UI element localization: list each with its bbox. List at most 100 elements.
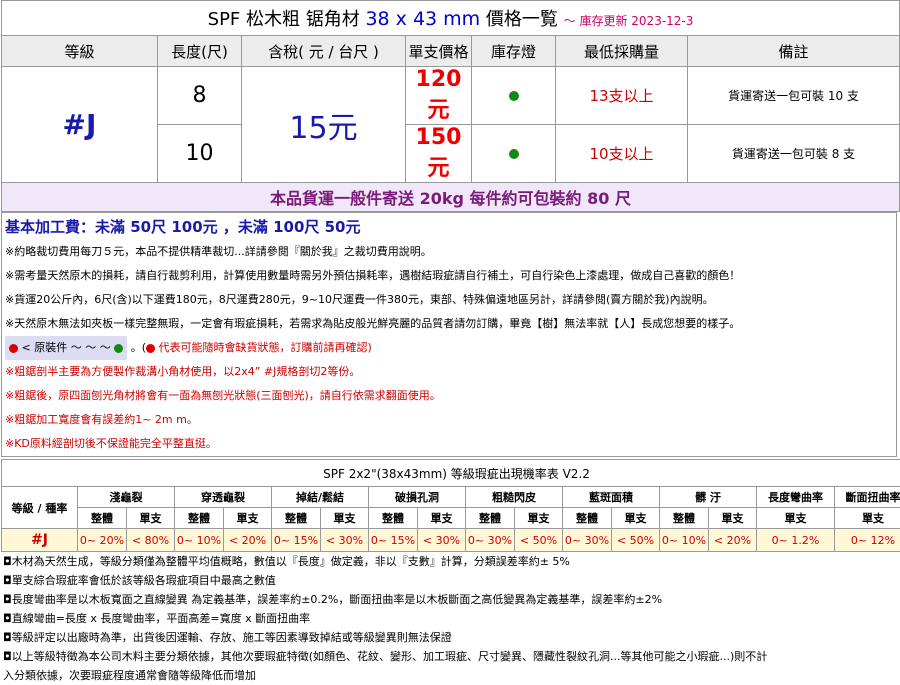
remark-cell: 貨運寄送一包可裝 10 支: [688, 67, 900, 125]
sub-header: 單支: [612, 508, 660, 529]
legend-label: < 原裝件 ～ ～ ～: [22, 341, 111, 354]
col-remarks: 備註: [688, 36, 900, 67]
sub-header: 整體: [369, 508, 418, 529]
footnote: ◘以上等級特徵為本公司木料主要分類依據，其他次要瑕疵特徵(如顏色、花紋、變形、加…: [1, 647, 899, 666]
stock-dot-icon: [509, 149, 519, 159]
single-price-cell: 120元: [406, 67, 472, 125]
info-line: ※粗鋸剖半主要為方便製作裁溝小角材使用，以2x4” #J規格剖切2等份。: [5, 360, 893, 384]
title-dims: 38 x 43 mm: [365, 8, 480, 30]
sub-header: 單支: [321, 508, 369, 529]
group-header: 髒 汙: [660, 487, 757, 508]
rate-cell: 0~ 10%: [175, 529, 224, 552]
footnote: 入分類依據，次要瑕疵程度通常會隨等級降低而增加: [1, 666, 899, 685]
group-header: 長度彎曲率: [757, 487, 835, 508]
rate-cell: 0~ 20%: [78, 529, 127, 552]
legend-box: < 原裝件 ～ ～ ～: [5, 336, 127, 360]
column-header-row: 等級 長度(尺) 含稅( 元 / 台尺 ) 單支價格 庫存燈 最低採購量 備註: [2, 36, 900, 67]
sub-header: 單支: [757, 508, 835, 529]
rate-cell: 0~ 30%: [466, 529, 515, 552]
col-grade: 等級: [2, 36, 158, 67]
footnote: ◘木材為天然生成，等級分類僅為整體平均值概略，數值以『長度』做定義，非以『支數』…: [1, 552, 899, 571]
rate-cell: 0~ 30%: [563, 529, 612, 552]
rate-cell: 0~ 10%: [660, 529, 709, 552]
sub-header: 單支: [224, 508, 272, 529]
defect-grade-cell: #J: [2, 529, 78, 552]
sub-header: 單支: [418, 508, 466, 529]
processing-fee: 基本加工費：未滿 50尺 100元 ，未滿 100尺 50元: [5, 216, 893, 237]
info-line: ※粗鋸加工寬度會有誤差約1~ 2m m。: [5, 408, 893, 432]
rate-cell: < 30%: [321, 529, 369, 552]
group-header: 淺龜裂: [78, 487, 175, 508]
defect-rate-table: SPF 2x2"(38x43mm) 等級瑕疵出現機率表 V2.2 等級 / 種率…: [1, 459, 900, 552]
footnote: ◘長度彎曲率是以木板寬面之直線變異 為定義基準，誤差率約±0.2%，斷面扭曲率是…: [1, 590, 899, 609]
col-single-price: 單支價格: [406, 36, 472, 67]
col-min-purchase: 最低採購量: [556, 36, 688, 67]
processing-info: 基本加工費：未滿 50尺 100元 ，未滿 100尺 50元 ※約略裁切費用每刀…: [1, 212, 897, 457]
red-dot-icon: [146, 344, 155, 353]
price-table: SPF 松木粗 锯角材 38 x 43 mm 價格一覧 ～ 庫存更新 2023-…: [1, 0, 900, 212]
defect-group-header: 等級 / 種率 淺龜裂 穿透龜裂 掉結/鬆結 破損孔洞 粗糙閃皮 藍斑面積 髒 …: [2, 487, 900, 508]
footnotes: ◘木材為天然生成，等級分類僅為整體平均值概略，數值以『長度』做定義，非以『支數』…: [1, 552, 899, 685]
group-header: 穿透龜裂: [175, 487, 272, 508]
table-row: #J 0~ 20% < 80% 0~ 10% < 20% 0~ 15% < 30…: [2, 529, 900, 552]
footnote: ◘等級評定以出廠時為準，出貨後因運輸、存放、施工等因素導致掉結或等級變異則無法保…: [1, 628, 899, 647]
rate-cell: 0~ 12%: [835, 529, 900, 552]
page-title: SPF 松木粗 锯角材 38 x 43 mm 價格一覧 ～ 庫存更新 2023-…: [2, 1, 900, 36]
sub-header: 整體: [272, 508, 321, 529]
footnote: ◘單支綜合瑕疵率會低於該等級各瑕疵項目中最高之數值: [1, 571, 899, 590]
sub-header: 單支: [835, 508, 900, 529]
group-header: 破損孔洞: [369, 487, 466, 508]
rate-cell: < 20%: [709, 529, 757, 552]
info-line: ※需考量天然原木的損耗，請自行裁剪利用，計算使用數量時需另外預估損耗率，遇樹結瑕…: [5, 264, 893, 288]
info-line: ※貨運20公斤內，6尺(含)以下運費180元，8尺運費280元，9~10尺運費一…: [5, 288, 893, 312]
info-line: ※KD原料經剖切後不保證能完全平整直挺。: [5, 432, 893, 456]
rate-cell: 0~ 15%: [369, 529, 418, 552]
col-length: 長度(尺): [158, 36, 242, 67]
sub-header: 整體: [175, 508, 224, 529]
stock-light-cell: [472, 67, 556, 125]
sub-header: 整體: [78, 508, 127, 529]
footnote: ◘直線彎曲=長度 x 長度彎曲率，平面高差=寬度 x 斷面扭曲率: [1, 609, 899, 628]
green-dot-icon: [114, 344, 123, 353]
sub-header: 單支: [709, 508, 757, 529]
min-purchase-cell: 13支以上: [556, 67, 688, 125]
rate-cell: < 80%: [127, 529, 175, 552]
length-cell: 8: [158, 67, 242, 125]
title-main: SPF 松木粗 锯角材: [208, 9, 360, 30]
info-line: ※約略裁切費用每刀５元，本品不提供精準裁切...詳請參閱『關於我』之裁切費用說明…: [5, 240, 893, 264]
col-tax-price: 含稅( 元 / 台尺 ): [242, 36, 406, 67]
info-line: ※天然原木無法如夾板一樣完整無瑕，一定會有瑕疵損耗，若需求為貼皮般光鮮亮麗的品質…: [5, 312, 893, 336]
table-row: #J 8 15元 120元 13支以上 貨運寄送一包可裝 10 支: [2, 67, 900, 125]
row-header: 等級 / 種率: [2, 487, 78, 529]
sub-header: 整體: [466, 508, 515, 529]
rate-cell: < 30%: [418, 529, 466, 552]
defect-table-title: SPF 2x2"(38x43mm) 等級瑕疵出現機率表 V2.2: [2, 460, 900, 487]
group-header: 藍斑面積: [563, 487, 660, 508]
sub-header: 整體: [660, 508, 709, 529]
remark-cell: 貨運寄送一包可裝 8 支: [688, 125, 900, 183]
stock-legend: < 原裝件 ～ ～ ～ 。( 代表可能隨時會缺貨狀態，訂購前請再確認): [5, 336, 893, 360]
rate-cell: < 20%: [224, 529, 272, 552]
group-header: 粗糙閃皮: [466, 487, 563, 508]
grade-cell: #J: [2, 67, 158, 183]
rate-cell: < 50%: [515, 529, 563, 552]
title-suffix: 價格一覧: [486, 9, 558, 30]
group-header: 掉結/鬆結: [272, 487, 369, 508]
rate-cell: 0~ 15%: [272, 529, 321, 552]
defect-sub-header: 整體 單支 整體 單支 整體 單支 整體 單支 整體 單支 整體 單支 整體 單…: [2, 508, 900, 529]
single-price-cell: 150元: [406, 125, 472, 183]
sub-header: 單支: [127, 508, 175, 529]
stock-update-date: ～ 庫存更新 2023-12-3: [564, 14, 694, 28]
stock-dot-icon: [509, 91, 519, 101]
group-header: 斷面扭曲率: [835, 487, 900, 508]
stock-light-cell: [472, 125, 556, 183]
unit-price-cell: 15元: [242, 67, 406, 183]
sub-header: 單支: [515, 508, 563, 529]
length-cell: 10: [158, 125, 242, 183]
info-line: ※粗鋸後，原四面刨光角材將會有一面為無刨光狀態(三面刨光)，請自行依需求翻面使用…: [5, 384, 893, 408]
sub-header: 整體: [563, 508, 612, 529]
rate-cell: < 50%: [612, 529, 660, 552]
rate-cell: 0~ 1.2%: [757, 529, 835, 552]
min-purchase-cell: 10支以上: [556, 125, 688, 183]
legend-note: 代表可能隨時會缺貨狀態，訂購前請再確認): [159, 341, 372, 354]
